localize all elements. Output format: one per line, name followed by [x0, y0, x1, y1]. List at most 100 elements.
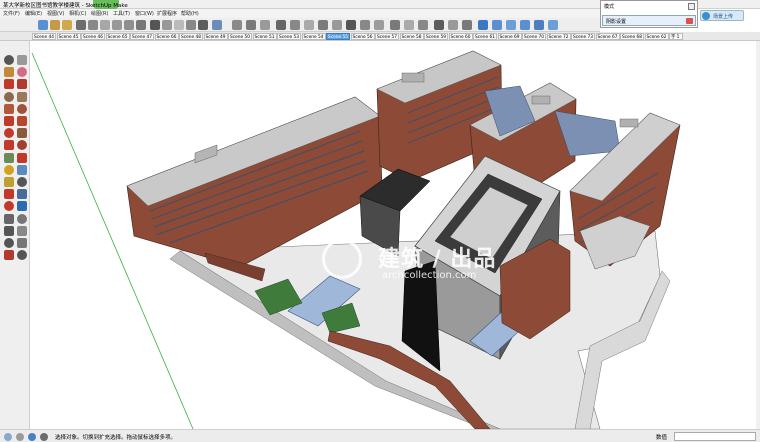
circle-icon[interactable] — [4, 103, 14, 114]
top-view-icon[interactable] — [492, 20, 502, 30]
back-edges-icon[interactable] — [162, 20, 172, 30]
3d-text-icon[interactable] — [17, 189, 27, 200]
xray-icon[interactable] — [150, 20, 160, 30]
scene-tab[interactable]: Scene 65 — [105, 33, 130, 40]
scene-tab[interactable]: Scene 70 — [522, 33, 546, 40]
box-icon[interactable] — [112, 20, 122, 30]
line-icon[interactable] — [4, 79, 14, 90]
layer-icon[interactable] — [136, 20, 146, 30]
scale-icon[interactable] — [4, 152, 14, 163]
instructor-icon[interactable] — [40, 433, 48, 441]
display-section-icon[interactable] — [418, 20, 428, 30]
menu-tools[interactable]: 工具(T) — [113, 10, 130, 17]
scene-tab[interactable]: Scene 73 — [571, 33, 595, 40]
axes-icon[interactable] — [4, 189, 14, 200]
menu-help[interactable]: 帮助(H) — [181, 10, 199, 17]
scene-tab[interactable]: 字 1 — [669, 33, 683, 40]
scene-tab[interactable]: Scene 50 — [228, 33, 252, 40]
select-icon[interactable] — [38, 20, 48, 30]
mode-dropdown-button[interactable] — [688, 3, 695, 10]
scene-tab[interactable]: Scene 47 — [130, 33, 154, 40]
scene-tab[interactable]: Scene 67 — [595, 33, 620, 40]
scene-tab[interactable]: Scene 51 — [252, 33, 277, 40]
scene-tab[interactable]: Scene 62 — [644, 33, 669, 40]
back-view-icon[interactable] — [534, 20, 544, 30]
menu-camera[interactable]: 相机(C) — [69, 10, 86, 17]
menu-draw[interactable]: 绘图(R) — [91, 10, 108, 17]
viewport-scrollbar[interactable] — [756, 41, 760, 429]
walk-icon[interactable] — [4, 238, 14, 248]
measurements-input[interactable] — [674, 432, 756, 441]
scene-tab[interactable]: Scene 53 — [277, 33, 301, 40]
rectangle-icon[interactable] — [4, 91, 14, 102]
move-icon[interactable] — [4, 128, 14, 139]
stamp-icon[interactable] — [304, 20, 314, 30]
section-plane-icon[interactable] — [404, 20, 414, 30]
warehouse-icon[interactable] — [88, 20, 98, 30]
geo-location-icon[interactable] — [4, 433, 12, 441]
text-icon[interactable] — [17, 177, 27, 187]
rotated-rectangle-icon[interactable] — [17, 91, 27, 102]
menu-file[interactable]: 文件(F) — [3, 10, 20, 17]
previous-icon[interactable] — [17, 225, 27, 236]
follow-me-icon[interactable] — [17, 140, 27, 151]
scene-tab[interactable]: Scene 49 — [203, 33, 228, 40]
grid-icon[interactable] — [290, 20, 300, 30]
menu-view[interactable]: 视图(V) — [47, 10, 64, 17]
wireframe-icon[interactable] — [174, 20, 184, 30]
smoove-icon[interactable] — [332, 20, 342, 30]
offset-icon[interactable] — [17, 152, 27, 163]
position-camera-icon[interactable] — [17, 250, 27, 261]
front-view-icon[interactable] — [506, 20, 516, 30]
make-component-icon[interactable] — [17, 55, 27, 65]
help-icon[interactable] — [28, 433, 36, 441]
pie-icon[interactable] — [17, 116, 27, 126]
distribute-icon[interactable] — [246, 20, 256, 30]
menu-edit[interactable]: 编辑(E) — [25, 10, 42, 17]
rotate-icon[interactable] — [4, 140, 14, 151]
eraser-icon[interactable] — [50, 20, 60, 30]
push-pull-icon[interactable] — [17, 128, 27, 139]
arc-icon[interactable] — [4, 116, 14, 126]
position-camera-icon[interactable] — [462, 20, 472, 30]
model-viewport[interactable]: 建筑 / 出品 archcollection.com — [30, 41, 756, 429]
paint-bucket-icon[interactable] — [4, 67, 14, 78]
tape-measure-icon[interactable] — [4, 164, 14, 175]
fog-icon[interactable] — [390, 20, 400, 30]
extension-icon[interactable] — [124, 20, 134, 30]
align-icon[interactable] — [232, 20, 242, 30]
look-around-icon[interactable] — [448, 20, 458, 30]
scene-tab[interactable]: Scene 61 — [473, 33, 497, 40]
credits-icon[interactable] — [16, 433, 24, 441]
eraser-icon[interactable] — [17, 67, 27, 78]
scene-tab[interactable]: Scene 45 — [56, 33, 81, 40]
component-icon[interactable] — [100, 20, 110, 30]
stack-icon[interactable] — [260, 20, 270, 30]
scene-tab[interactable]: Scene 58 — [399, 33, 424, 40]
scene-tab[interactable]: Scene 56 — [350, 33, 375, 40]
right-view-icon[interactable] — [520, 20, 530, 30]
zoom-icon[interactable] — [4, 213, 14, 224]
flip-edge-icon[interactable] — [346, 20, 356, 30]
scene-tab[interactable]: Scene 60 — [448, 33, 473, 40]
scene-tab[interactable]: Scene 44 — [32, 33, 56, 40]
scene-tab[interactable]: Scene 72 — [546, 33, 571, 40]
zoom-window-icon[interactable] — [17, 213, 27, 224]
select-icon[interactable] — [4, 55, 14, 65]
walk-icon[interactable] — [434, 20, 444, 30]
scene-tab[interactable]: Scene 59 — [424, 33, 448, 40]
add-detail-icon[interactable] — [360, 20, 370, 30]
drape-icon[interactable] — [318, 20, 328, 30]
scene-tab[interactable]: Scene 69 — [497, 33, 522, 40]
look-around-icon[interactable] — [17, 238, 27, 248]
pan-icon[interactable] — [17, 201, 27, 212]
shadow-icon[interactable] — [374, 20, 384, 30]
scene-tab[interactable]: Scene 66 — [154, 33, 179, 40]
menu-extensions[interactable]: 扩展程序 — [157, 10, 177, 17]
left-view-icon[interactable] — [548, 20, 558, 30]
shaded-icon[interactable] — [198, 20, 208, 30]
textured-icon[interactable] — [212, 20, 222, 30]
scene-upload-button[interactable]: 场景上传 — [700, 10, 744, 21]
zoom-extents-icon[interactable] — [4, 225, 14, 236]
scene-tab[interactable]: Scene 54 — [301, 33, 326, 40]
